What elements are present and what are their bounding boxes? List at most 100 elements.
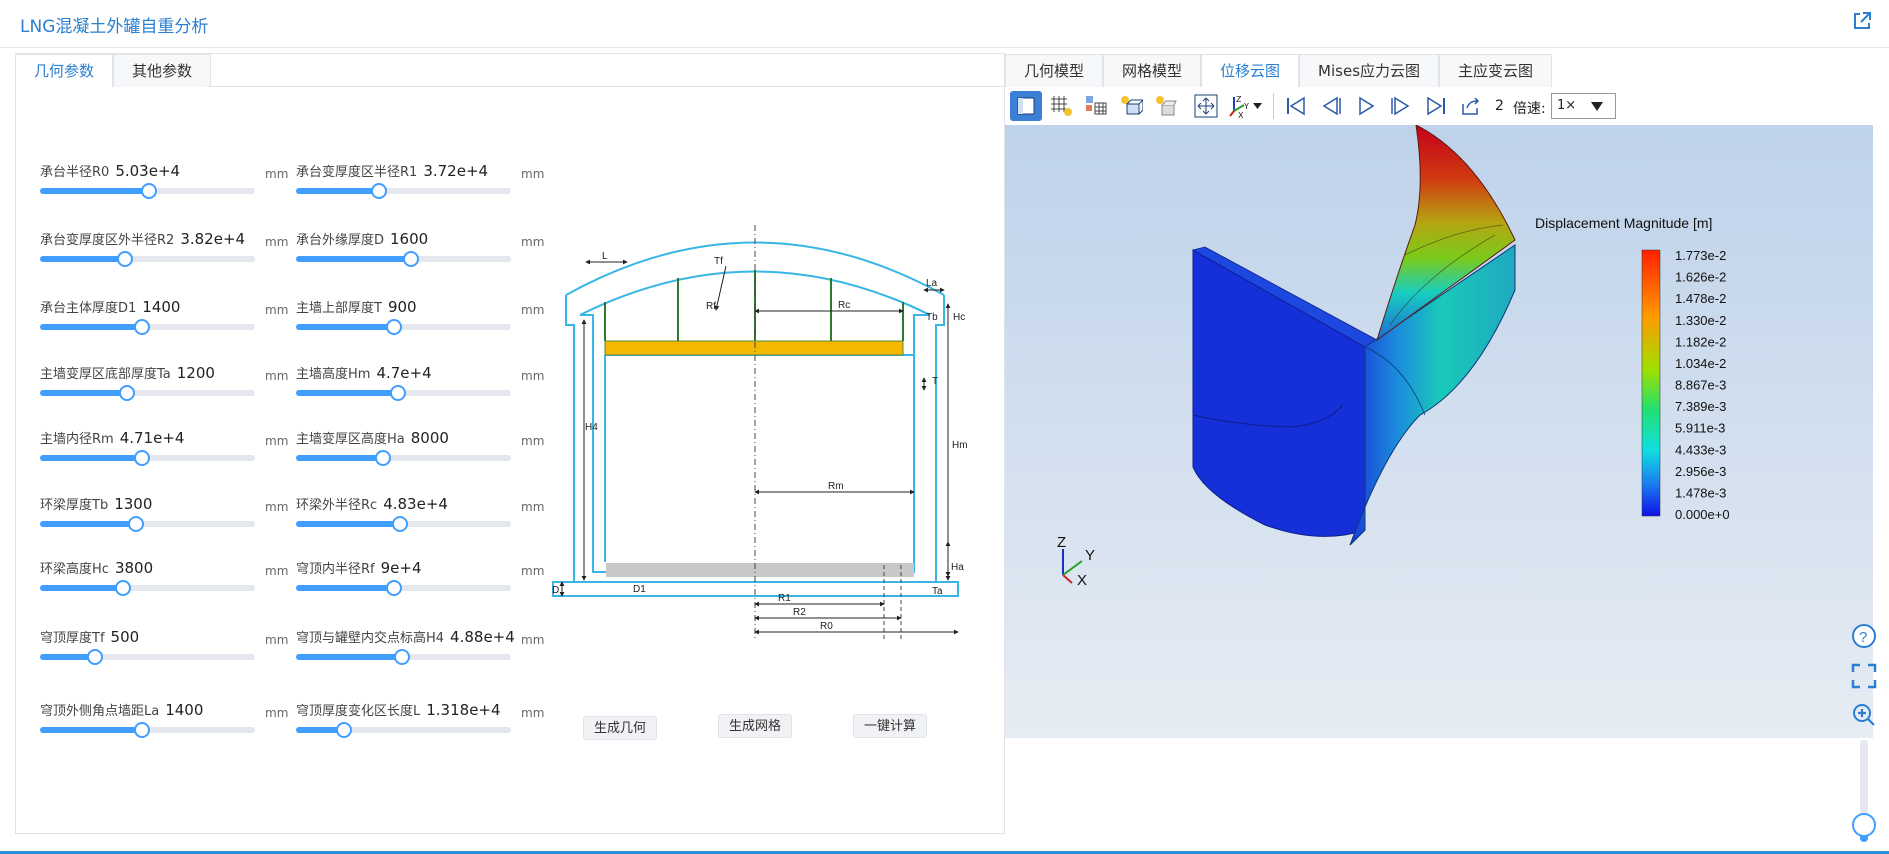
param-name: 穹顶内半径Rf xyxy=(296,562,375,577)
param-unit: mm xyxy=(265,564,289,578)
next-frame-icon[interactable] xyxy=(1385,91,1417,121)
right-tab-bar: 几何模型 网格模型 位移云图 Mises应力云图 主应变云图 xyxy=(1005,54,1553,87)
slider-track[interactable] xyxy=(40,722,255,738)
zoom-slider-knob[interactable] xyxy=(1852,812,1876,837)
slider-track[interactable] xyxy=(40,649,255,665)
slider-handle[interactable] xyxy=(385,580,402,596)
slider-handle[interactable] xyxy=(127,516,144,532)
param-name: 环梁外半径Rc xyxy=(296,498,378,513)
label-L: L xyxy=(602,251,608,262)
one-click-compute-button[interactable]: 一键计算 xyxy=(853,714,928,738)
zoom-slider[interactable] xyxy=(1852,740,1876,842)
param-slider: 穹顶与罐壁内交点标高H4 4.88e+4 mm xyxy=(296,627,544,677)
generate-geometry-button[interactable]: 生成几何 xyxy=(583,716,658,740)
slider-track[interactable] xyxy=(296,722,511,738)
param-unit: mm xyxy=(521,167,545,181)
surface-grid-icon[interactable] xyxy=(1080,91,1112,121)
tab-principal-strain-contour[interactable]: 主应变云图 xyxy=(1439,54,1553,87)
slider-track[interactable] xyxy=(296,450,511,466)
help-icon[interactable]: ? xyxy=(1851,623,1877,649)
param-value: 4.83e+4 xyxy=(383,495,448,513)
param-label: 承台半径R0 5.03e+4 xyxy=(40,161,180,180)
slider-handle[interactable] xyxy=(140,183,157,199)
param-unit: mm xyxy=(265,500,289,514)
tab-mises-contour[interactable]: Mises应力云图 xyxy=(1299,54,1440,87)
last-frame-icon[interactable] xyxy=(1420,91,1452,121)
slider-fill xyxy=(296,256,410,262)
export-icon[interactable] xyxy=(1455,91,1487,121)
slider-handle[interactable] xyxy=(134,450,151,466)
param-label: 环梁高度Hc 3800 xyxy=(40,558,153,577)
param-value: 3800 xyxy=(114,559,154,577)
tab-geometry-model[interactable]: 几何模型 xyxy=(1005,54,1104,87)
slider-handle[interactable] xyxy=(119,385,135,401)
slider-handle[interactable] xyxy=(390,385,407,401)
slider-track[interactable] xyxy=(40,251,255,267)
slider-track[interactable] xyxy=(40,385,255,401)
surface-view-icon[interactable] xyxy=(1010,91,1042,121)
slider-handle[interactable] xyxy=(114,580,131,596)
param-label: 环梁厚度Tb 1300 xyxy=(40,494,152,513)
tab-mesh-model[interactable]: 网格模型 xyxy=(1103,54,1202,87)
axis-triad-icon: Z Y X xyxy=(1057,534,1095,589)
label-Rf: Rf xyxy=(706,301,716,312)
label-D1: D1 xyxy=(633,584,646,595)
slider-track[interactable] xyxy=(40,319,255,335)
param-slider: 环梁外半径Rc 4.83e+4 mm xyxy=(296,494,544,544)
first-frame-icon[interactable] xyxy=(1280,91,1312,121)
slider-track[interactable] xyxy=(296,649,511,665)
legend-tick-label: 4.433e-3 xyxy=(1675,442,1726,457)
slider-fill xyxy=(40,188,148,194)
speed-select[interactable]: 1× xyxy=(1551,93,1616,119)
box-light-icon[interactable] xyxy=(1115,91,1147,121)
slider-track[interactable] xyxy=(40,516,255,532)
slider-track[interactable] xyxy=(296,183,511,199)
slider-handle[interactable] xyxy=(394,649,411,665)
param-name: 主墙变厚区高度Ha xyxy=(296,432,405,447)
play-icon[interactable] xyxy=(1350,91,1382,121)
slider-handle[interactable] xyxy=(134,722,151,738)
tab-other-params[interactable]: 其他参数 xyxy=(113,54,212,87)
zoom-in-icon[interactable] xyxy=(1851,702,1877,728)
slider-track[interactable] xyxy=(296,580,511,596)
slider-handle[interactable] xyxy=(375,450,391,466)
param-value: 1300 xyxy=(114,495,153,513)
slider-track[interactable] xyxy=(40,580,255,596)
previous-frame-icon[interactable] xyxy=(1315,91,1347,121)
param-name: 承台外缘厚度D xyxy=(296,233,385,248)
slider-handle[interactable] xyxy=(370,183,387,199)
param-slider: 主墙内径Rm 4.71e+4 mm xyxy=(40,428,288,478)
slider-handle[interactable] xyxy=(336,722,353,738)
slider-track[interactable] xyxy=(296,251,511,267)
param-value: 4.71e+4 xyxy=(119,429,185,447)
fullscreen-icon[interactable] xyxy=(1851,663,1877,689)
param-value: 8000 xyxy=(410,429,449,447)
wireframe-light-icon[interactable] xyxy=(1045,91,1077,121)
tab-displacement-contour[interactable]: 位移云图 xyxy=(1201,54,1300,87)
slider-track[interactable] xyxy=(296,516,511,532)
slider-handle[interactable] xyxy=(134,319,151,335)
generate-mesh-button[interactable]: 生成网格 xyxy=(718,714,793,738)
solid-light-icon[interactable] xyxy=(1150,91,1182,121)
slider-handle[interactable] xyxy=(116,251,133,267)
slider-handle[interactable] xyxy=(385,319,402,335)
app-title: LNG混凝土外罐自重分析 xyxy=(20,17,209,37)
fit-view-icon[interactable] xyxy=(1190,91,1222,121)
label-R0: R0 xyxy=(820,621,833,632)
slider-track[interactable] xyxy=(40,450,255,466)
slider-handle[interactable] xyxy=(392,516,409,532)
slider-track[interactable] xyxy=(296,319,511,335)
external-link-icon[interactable] xyxy=(1851,10,1873,32)
axes-orientation-dropdown[interactable]: ZYX xyxy=(1225,91,1265,121)
toolbar-separator xyxy=(1273,93,1274,119)
slider-handle[interactable] xyxy=(86,649,103,665)
slider-track[interactable] xyxy=(296,385,511,401)
slider-track[interactable] xyxy=(40,183,255,199)
slider-handle[interactable] xyxy=(402,251,419,267)
tab-geometry-params[interactable]: 几何参数 xyxy=(15,54,114,87)
legend-tick-label: 1.330e-2 xyxy=(1675,313,1726,328)
slider-fill xyxy=(40,390,126,396)
3d-viewport[interactable]: Displacement Magnitude [m] 1.773e-2 1.626… xyxy=(1005,125,1873,738)
param-label: 承台变厚度区外半径R2 3.82e+4 xyxy=(40,229,245,248)
param-value: 1400 xyxy=(142,298,181,316)
